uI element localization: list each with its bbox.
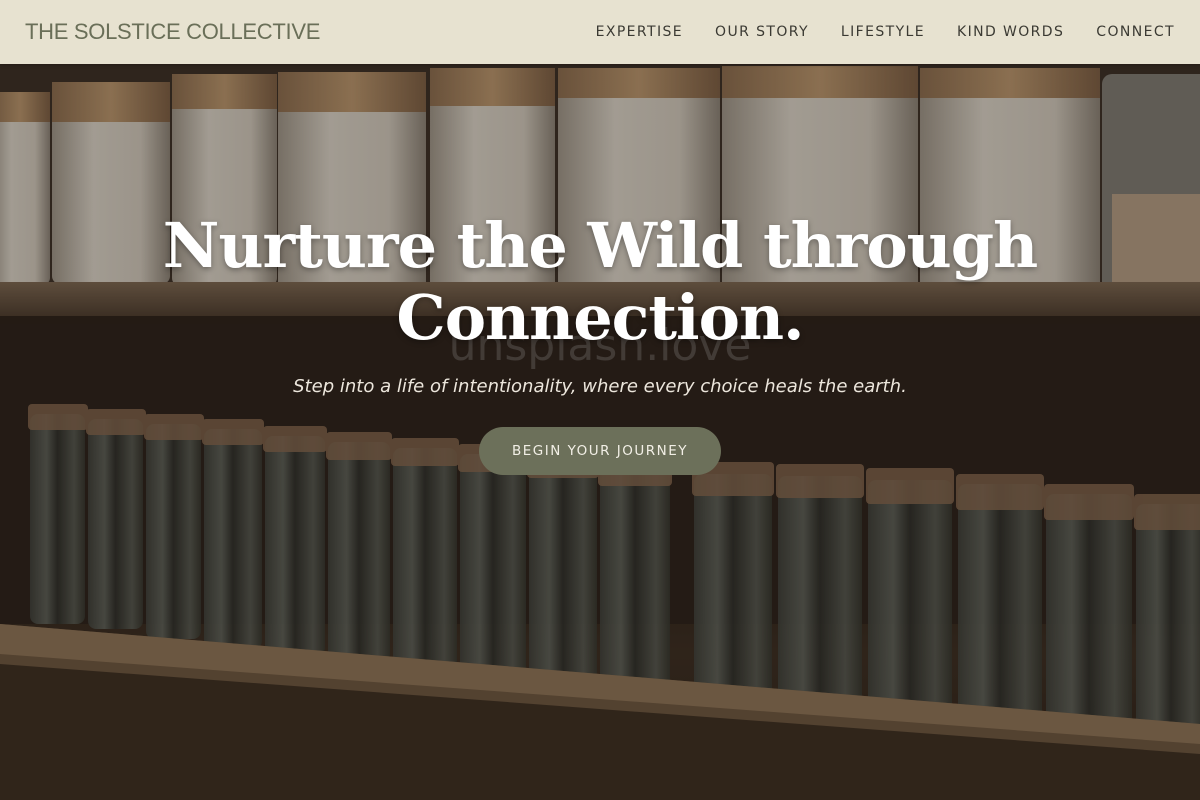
hero-content: Nurture the Wild through Connection. Ste…: [0, 210, 1200, 475]
nav-item-expertise[interactable]: EXPERTISE: [596, 24, 683, 40]
hero-subtitle: Step into a life of intentionality, wher…: [293, 376, 907, 397]
hero-title: Nurture the Wild through Connection.: [0, 210, 1200, 354]
brand-logo[interactable]: THE SOLSTICE COLLECTIVE: [25, 19, 320, 45]
hero-title-line1: Nurture the Wild through: [162, 209, 1038, 282]
nav-item-kind-words[interactable]: KIND WORDS: [957, 24, 1064, 40]
nav-item-our-story[interactable]: OUR STORY: [715, 24, 809, 40]
begin-journey-button[interactable]: BEGIN YOUR JOURNEY: [478, 427, 722, 475]
hero-title-line2: Connection.: [396, 281, 804, 354]
site-header: THE SOLSTICE COLLECTIVE EXPERTISE OUR ST…: [0, 0, 1200, 64]
nav-item-connect[interactable]: CONNECT: [1096, 24, 1175, 40]
main-nav: EXPERTISE OUR STORY LIFESTYLE KIND WORDS…: [564, 24, 1175, 40]
nav-item-lifestyle[interactable]: LIFESTYLE: [841, 24, 925, 40]
